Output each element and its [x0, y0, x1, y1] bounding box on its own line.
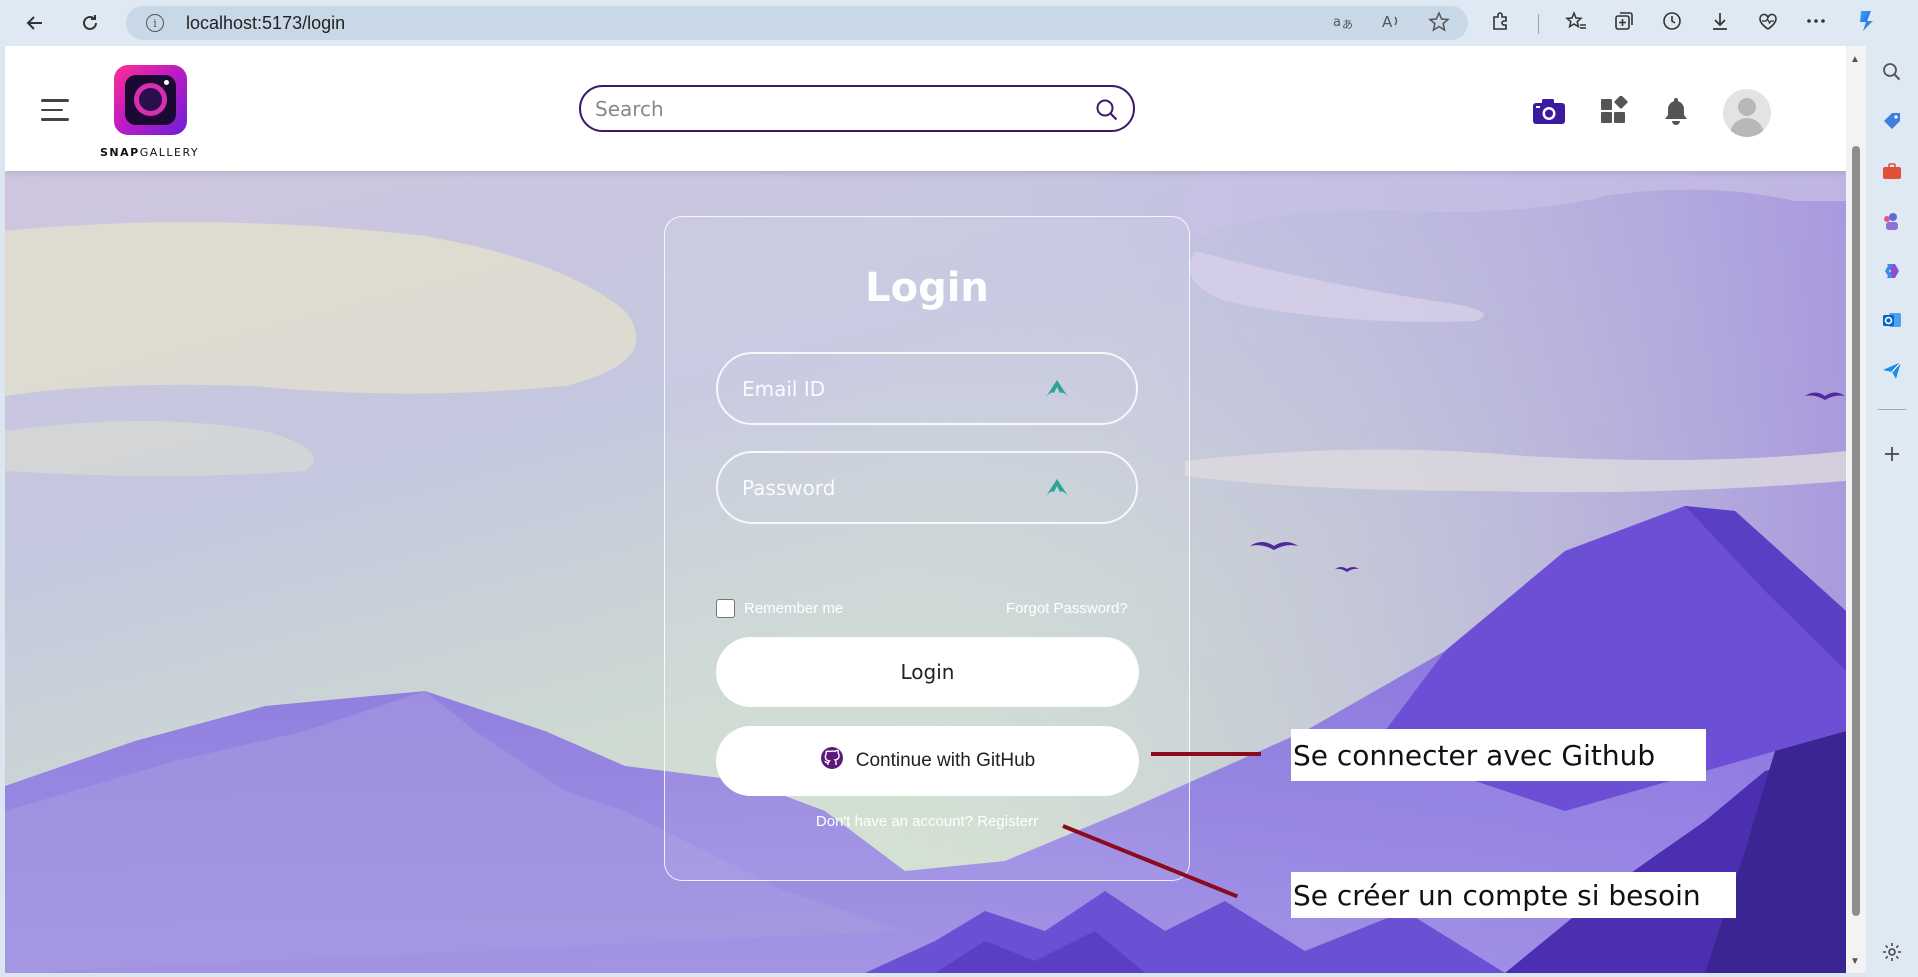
app-header: SNAPGALLERY — [5, 46, 1846, 171]
github-icon — [820, 746, 844, 776]
password-manager-icon[interactable] — [1044, 377, 1070, 406]
svg-text:a: a — [1333, 15, 1341, 30]
svg-text:A: A — [1382, 13, 1393, 31]
scroll-down-arrow-icon[interactable]: ▼ — [1850, 956, 1860, 967]
login-button[interactable]: Login — [716, 637, 1139, 707]
collections-icon[interactable] — [1613, 10, 1635, 38]
annotation-github-note: Se connecter avec Github — [1291, 729, 1706, 781]
search-input[interactable] — [595, 96, 1065, 121]
annotation-register-note: Se créer un compte si besoin — [1291, 872, 1736, 918]
site-info-icon[interactable]: i — [146, 14, 164, 32]
shopping-tag-icon[interactable] — [1881, 110, 1903, 132]
back-arrow-icon[interactable] — [20, 8, 50, 38]
scrollbar-thumb[interactable] — [1852, 146, 1860, 916]
page-viewport: SNAPGALLERY Login — [5, 46, 1846, 973]
extensions-icon[interactable] — [1490, 10, 1512, 38]
browser-sidebar — [1866, 46, 1918, 977]
email-input[interactable] — [742, 376, 1022, 401]
search-bar[interactable] — [579, 85, 1135, 132]
apps-icon[interactable] — [1599, 94, 1629, 131]
remember-me-checkbox[interactable] — [716, 599, 735, 618]
email-field[interactable] — [716, 352, 1138, 425]
more-options-icon[interactable] — [1805, 10, 1827, 38]
password-input[interactable] — [742, 475, 1022, 500]
avatar[interactable] — [1723, 89, 1771, 137]
login-card: Login Remember me Forgot Password? Login… — [664, 216, 1190, 881]
camera-icon[interactable] — [1532, 97, 1566, 130]
translate-icon[interactable]: aあ — [1332, 11, 1354, 38]
downloads-icon[interactable] — [1709, 10, 1731, 38]
scroll-up-arrow-icon[interactable]: ▲ — [1850, 54, 1860, 65]
games-icon[interactable] — [1881, 210, 1903, 232]
browser-toolbar: i localhost:5173/login aあ A — [0, 0, 1918, 46]
forgot-password-link[interactable]: Forgot Password? — [1006, 600, 1128, 617]
remember-me[interactable]: Remember me — [716, 599, 843, 618]
github-button[interactable]: Continue with GitHub — [716, 726, 1139, 796]
address-bar[interactable]: i localhost:5173/login aあ A — [126, 6, 1468, 40]
annotation-arrow-github — [1151, 752, 1261, 756]
github-button-label: Continue with GitHub — [855, 750, 1036, 771]
snapgallery-logo[interactable] — [114, 65, 187, 135]
password-manager-icon[interactable] — [1044, 476, 1070, 505]
outlook-icon[interactable] — [1881, 309, 1903, 331]
health-heart-icon[interactable] — [1757, 10, 1779, 38]
refresh-icon[interactable] — [75, 8, 105, 38]
bell-icon[interactable] — [1662, 96, 1690, 131]
read-aloud-icon[interactable]: A — [1380, 11, 1402, 38]
microsoft-365-icon[interactable] — [1881, 260, 1903, 282]
add-plus-icon[interactable] — [1881, 443, 1903, 465]
settings-gear-icon[interactable] — [1881, 941, 1903, 963]
history-icon[interactable] — [1661, 10, 1683, 38]
password-field[interactable] — [716, 451, 1138, 524]
copilot-icon[interactable] — [1853, 8, 1879, 40]
page-scrollbar[interactable]: ▲ ▼ — [1846, 46, 1866, 973]
sidebar-search-icon[interactable] — [1881, 61, 1903, 83]
hamburger-menu-icon[interactable] — [41, 99, 69, 128]
login-title: Login — [865, 265, 989, 311]
send-icon[interactable] — [1881, 359, 1903, 381]
brand-name-bold: SNAP — [100, 146, 140, 159]
search-icon[interactable] — [1095, 98, 1119, 127]
svg-text:あ: あ — [1342, 18, 1353, 31]
tools-briefcase-icon[interactable] — [1881, 160, 1903, 182]
register-link[interactable]: Don't have an account? Registerr — [665, 813, 1189, 830]
brand-name-light: GALLERY — [139, 146, 200, 159]
favorite-star-icon[interactable] — [1428, 11, 1450, 38]
toolbar-divider — [1538, 14, 1539, 34]
sidebar-divider — [1878, 409, 1906, 410]
remember-me-label: Remember me — [744, 600, 844, 617]
brand-name: SNAPGALLERY — [100, 146, 199, 159]
favorites-icon[interactable] — [1565, 10, 1587, 38]
address-url: localhost:5173/login — [186, 12, 346, 33]
